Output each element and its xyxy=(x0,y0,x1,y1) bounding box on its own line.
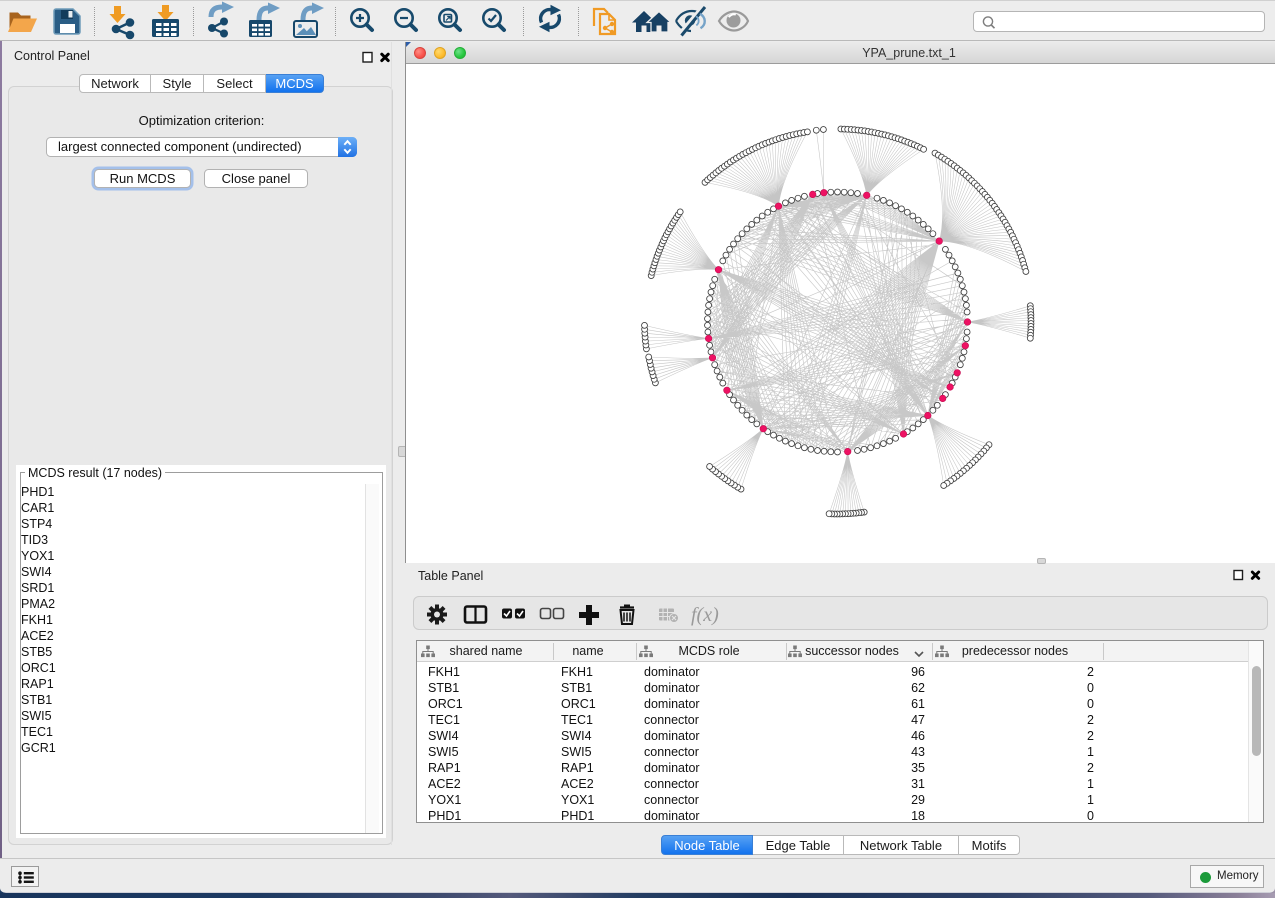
svg-text:f(x): f(x) xyxy=(691,604,719,626)
